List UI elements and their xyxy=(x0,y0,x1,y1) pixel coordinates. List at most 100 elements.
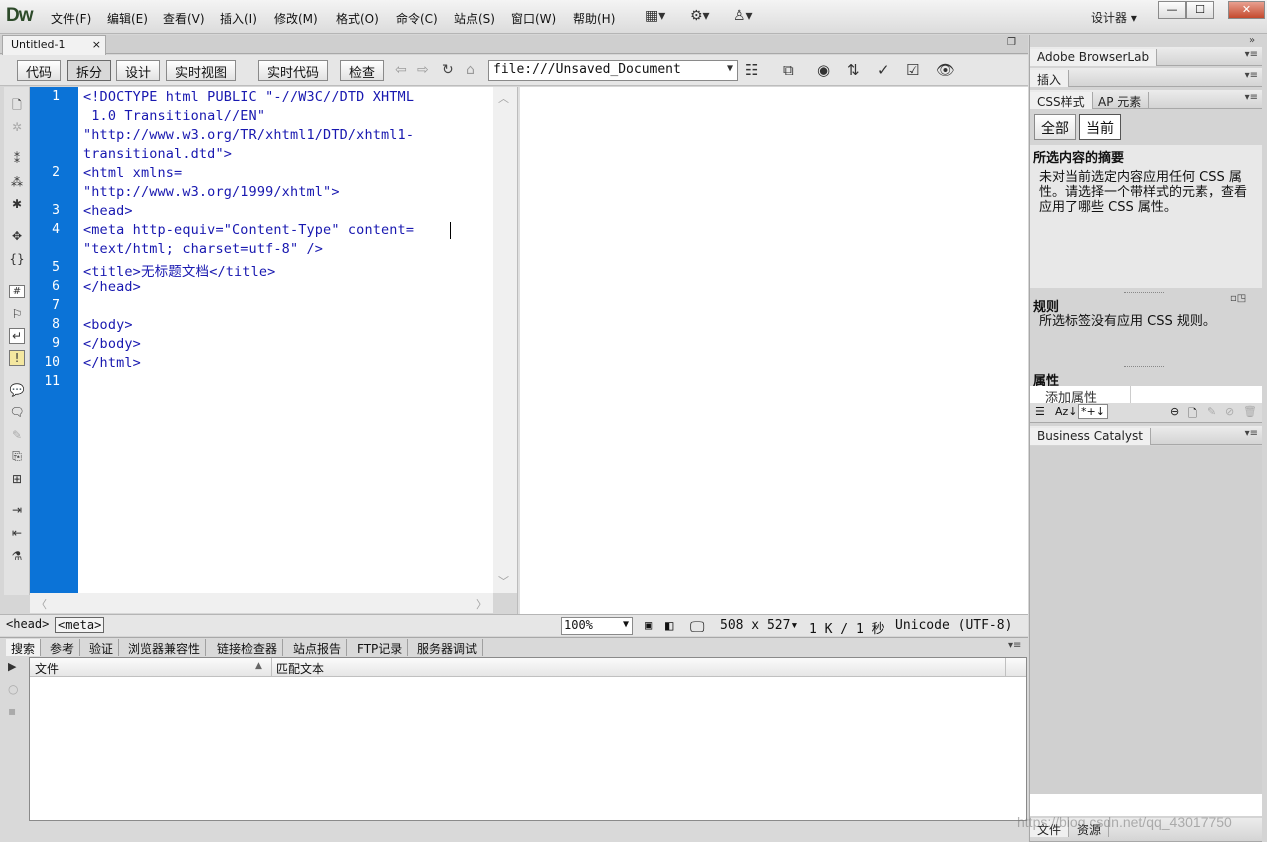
view-options-icon[interactable]: ☷ xyxy=(745,61,758,79)
tab-server-debug[interactable]: 服务器调试 xyxy=(412,639,484,656)
resize-grip[interactable] xyxy=(1124,292,1164,295)
menu-view[interactable]: 查看(V) xyxy=(163,10,205,27)
split-view-button[interactable]: 拆分 xyxy=(67,60,112,81)
maximize-button[interactable]: ☐ xyxy=(1186,1,1214,19)
move-css-icon[interactable]: ⊞ xyxy=(9,472,25,486)
tab-ftp-log[interactable]: FTP记录 xyxy=(352,639,409,656)
panel-menu-icon[interactable]: ▾≡ xyxy=(1245,428,1258,439)
visual-aids-icon[interactable]: 👁 xyxy=(936,61,955,79)
play-icon[interactable]: ▶ xyxy=(8,660,16,673)
stop-icon[interactable]: ○ xyxy=(8,682,18,696)
file-management-icon[interactable]: ⇅ xyxy=(847,61,860,79)
tab-ap-elements[interactable]: AP 元素 xyxy=(1091,92,1150,109)
word-wrap-icon[interactable]: ↵ xyxy=(9,328,25,344)
panel-menu-icon[interactable]: ▾≡ xyxy=(1245,70,1258,81)
window-size-icon[interactable]: 🖵 xyxy=(690,618,704,636)
scroll-right-icon[interactable]: 〉 xyxy=(476,596,487,612)
preview-browser-icon[interactable]: ◉ xyxy=(817,61,830,79)
hand-tool-icon[interactable]: ◧ xyxy=(665,618,673,634)
syntax-error-icon[interactable]: ! xyxy=(9,350,25,366)
disable-icon[interactable]: ⊘ xyxy=(1225,405,1234,418)
panel-menu-icon[interactable]: ▾≡ xyxy=(1245,92,1258,103)
browserlab-panel-header[interactable]: Adobe BrowserLab ▾≡ xyxy=(1030,47,1262,66)
back-arrow-icon[interactable]: ⇦ xyxy=(395,62,407,78)
code-vertical-scrollbar[interactable]: ︿ ﹀ xyxy=(493,87,517,593)
outdent-icon[interactable]: ⇤ xyxy=(9,526,25,540)
scroll-down-icon[interactable]: ﹀ xyxy=(498,573,509,589)
open-documents-icon[interactable]: 🗋 xyxy=(9,96,25,117)
tab-search[interactable]: 搜索 xyxy=(6,639,42,656)
column-file[interactable]: 文件 xyxy=(35,660,59,677)
tab-css-styles[interactable]: CSS样式 xyxy=(1030,92,1093,109)
tab-site-reports[interactable]: 站点报告 xyxy=(288,639,348,656)
collapse-tag-icon[interactable]: ⁑ xyxy=(9,152,25,166)
site-icon[interactable]: ♙▾ xyxy=(733,8,753,24)
apply-comment-icon[interactable]: 💬 xyxy=(9,383,25,397)
menu-site[interactable]: 站点(S) xyxy=(454,10,495,27)
collapse-panels-icon[interactable]: » xyxy=(1249,35,1255,46)
code-editor[interactable]: <!DOCTYPE html PUBLIC "-//W3C//DTD XHTML… xyxy=(78,87,493,593)
balance-braces-icon[interactable]: {} xyxy=(9,252,25,266)
minimize-button[interactable]: — xyxy=(1158,1,1186,19)
save-report-icon[interactable]: ▪ xyxy=(8,704,16,718)
line-numbers-icon[interactable]: # xyxy=(9,285,25,298)
menu-format[interactable]: 格式(O) xyxy=(336,10,379,27)
live-view-button[interactable]: 实时视图 xyxy=(166,60,237,81)
panel-menu-icon[interactable]: ▾≡ xyxy=(1008,640,1021,651)
menu-insert[interactable]: 插入(I) xyxy=(220,10,257,27)
indent-icon[interactable]: ⇥ xyxy=(9,503,25,517)
show-code-navigator-icon[interactable]: ✲ xyxy=(9,120,25,134)
category-view-icon[interactable]: ☰ xyxy=(1035,405,1045,418)
menu-edit[interactable]: 编辑(E) xyxy=(107,10,148,27)
scroll-left-icon[interactable]: 〈 xyxy=(36,596,47,612)
document-tab[interactable]: Untitled-1 × xyxy=(2,35,106,55)
resize-grip[interactable] xyxy=(1124,366,1164,369)
code-view-button[interactable]: 代码 xyxy=(17,60,62,81)
tab-reference[interactable]: 参考 xyxy=(45,639,81,656)
expand-all-icon[interactable]: ✱ xyxy=(9,197,25,211)
menu-modify[interactable]: 修改(M) xyxy=(274,10,318,27)
new-css-rule-icon[interactable]: 🗋 xyxy=(1188,405,1197,424)
address-bar[interactable]: file:///Unsaved_Document ▼ xyxy=(488,60,738,81)
tab-link-checker[interactable]: 链接检查器 xyxy=(212,639,284,656)
tab-browserlab[interactable]: Adobe BrowserLab xyxy=(1030,49,1158,66)
tab-business-catalyst[interactable]: Business Catalyst xyxy=(1030,428,1151,445)
select-tool-icon[interactable]: ▣ xyxy=(645,618,652,632)
refresh-icon[interactable]: ↻ xyxy=(442,62,454,78)
business-catalyst-header[interactable]: Business Catalyst ▾≡ xyxy=(1030,426,1262,445)
tab-browser-compat[interactable]: 浏览器兼容性 xyxy=(123,639,207,656)
properties-grid[interactable]: 添加属性 xyxy=(1030,386,1262,406)
css-current-button[interactable]: 当前 xyxy=(1079,114,1121,140)
window-size[interactable]: 508 x 527▾ xyxy=(720,618,798,633)
home-icon[interactable]: ⌂ xyxy=(466,62,475,78)
chevron-down-icon[interactable]: ▼ xyxy=(727,63,733,74)
select-parent-tag-icon[interactable]: ✥ xyxy=(9,229,25,243)
design-view-button[interactable]: 设计 xyxy=(116,60,161,81)
close-icon[interactable]: × xyxy=(92,38,101,51)
remove-comment-icon[interactable]: 🗨 xyxy=(9,405,25,419)
live-code-button[interactable]: 实时代码 xyxy=(258,60,329,81)
inspect-button[interactable]: 检查 xyxy=(340,60,385,81)
tab-validation[interactable]: 验证 xyxy=(84,639,120,656)
layout-icon[interactable]: ▦▾ xyxy=(645,8,665,24)
zoom-select[interactable]: 100% ▼ xyxy=(561,617,633,635)
highlight-invalid-icon[interactable]: ⚐ xyxy=(9,307,25,321)
tag-selector-head[interactable]: <head> xyxy=(4,617,51,633)
results-table[interactable]: 文件 ▲ 匹配文本 xyxy=(29,657,1027,821)
menu-commands[interactable]: 命令(C) xyxy=(396,10,438,27)
attach-stylesheet-icon[interactable]: ⊖ xyxy=(1170,405,1179,418)
panel-menu-icon[interactable]: ▾≡ xyxy=(1245,49,1258,60)
w3c-validate-icon[interactable]: ✓ xyxy=(877,61,890,79)
tab-insert[interactable]: 插入 xyxy=(1030,70,1070,87)
scroll-up-icon[interactable]: ︿ xyxy=(498,90,509,106)
menu-help[interactable]: 帮助(H) xyxy=(573,10,615,27)
set-properties-view-icon[interactable]: *+↓ xyxy=(1078,404,1108,419)
forward-arrow-icon[interactable]: ⇨ xyxy=(417,62,429,78)
extend-gear-icon[interactable]: ⚙▾ xyxy=(690,8,710,24)
collapse-selection-icon[interactable]: ⁂ xyxy=(9,175,25,189)
rules-view-icon[interactable]: ▫◳ xyxy=(1230,293,1246,304)
tag-selector-meta[interactable]: <meta> xyxy=(55,617,105,633)
column-match[interactable]: 匹配文本 xyxy=(276,660,324,677)
check-page-icon[interactable]: ☑ xyxy=(906,61,919,79)
css-all-button[interactable]: 全部 xyxy=(1034,114,1076,140)
